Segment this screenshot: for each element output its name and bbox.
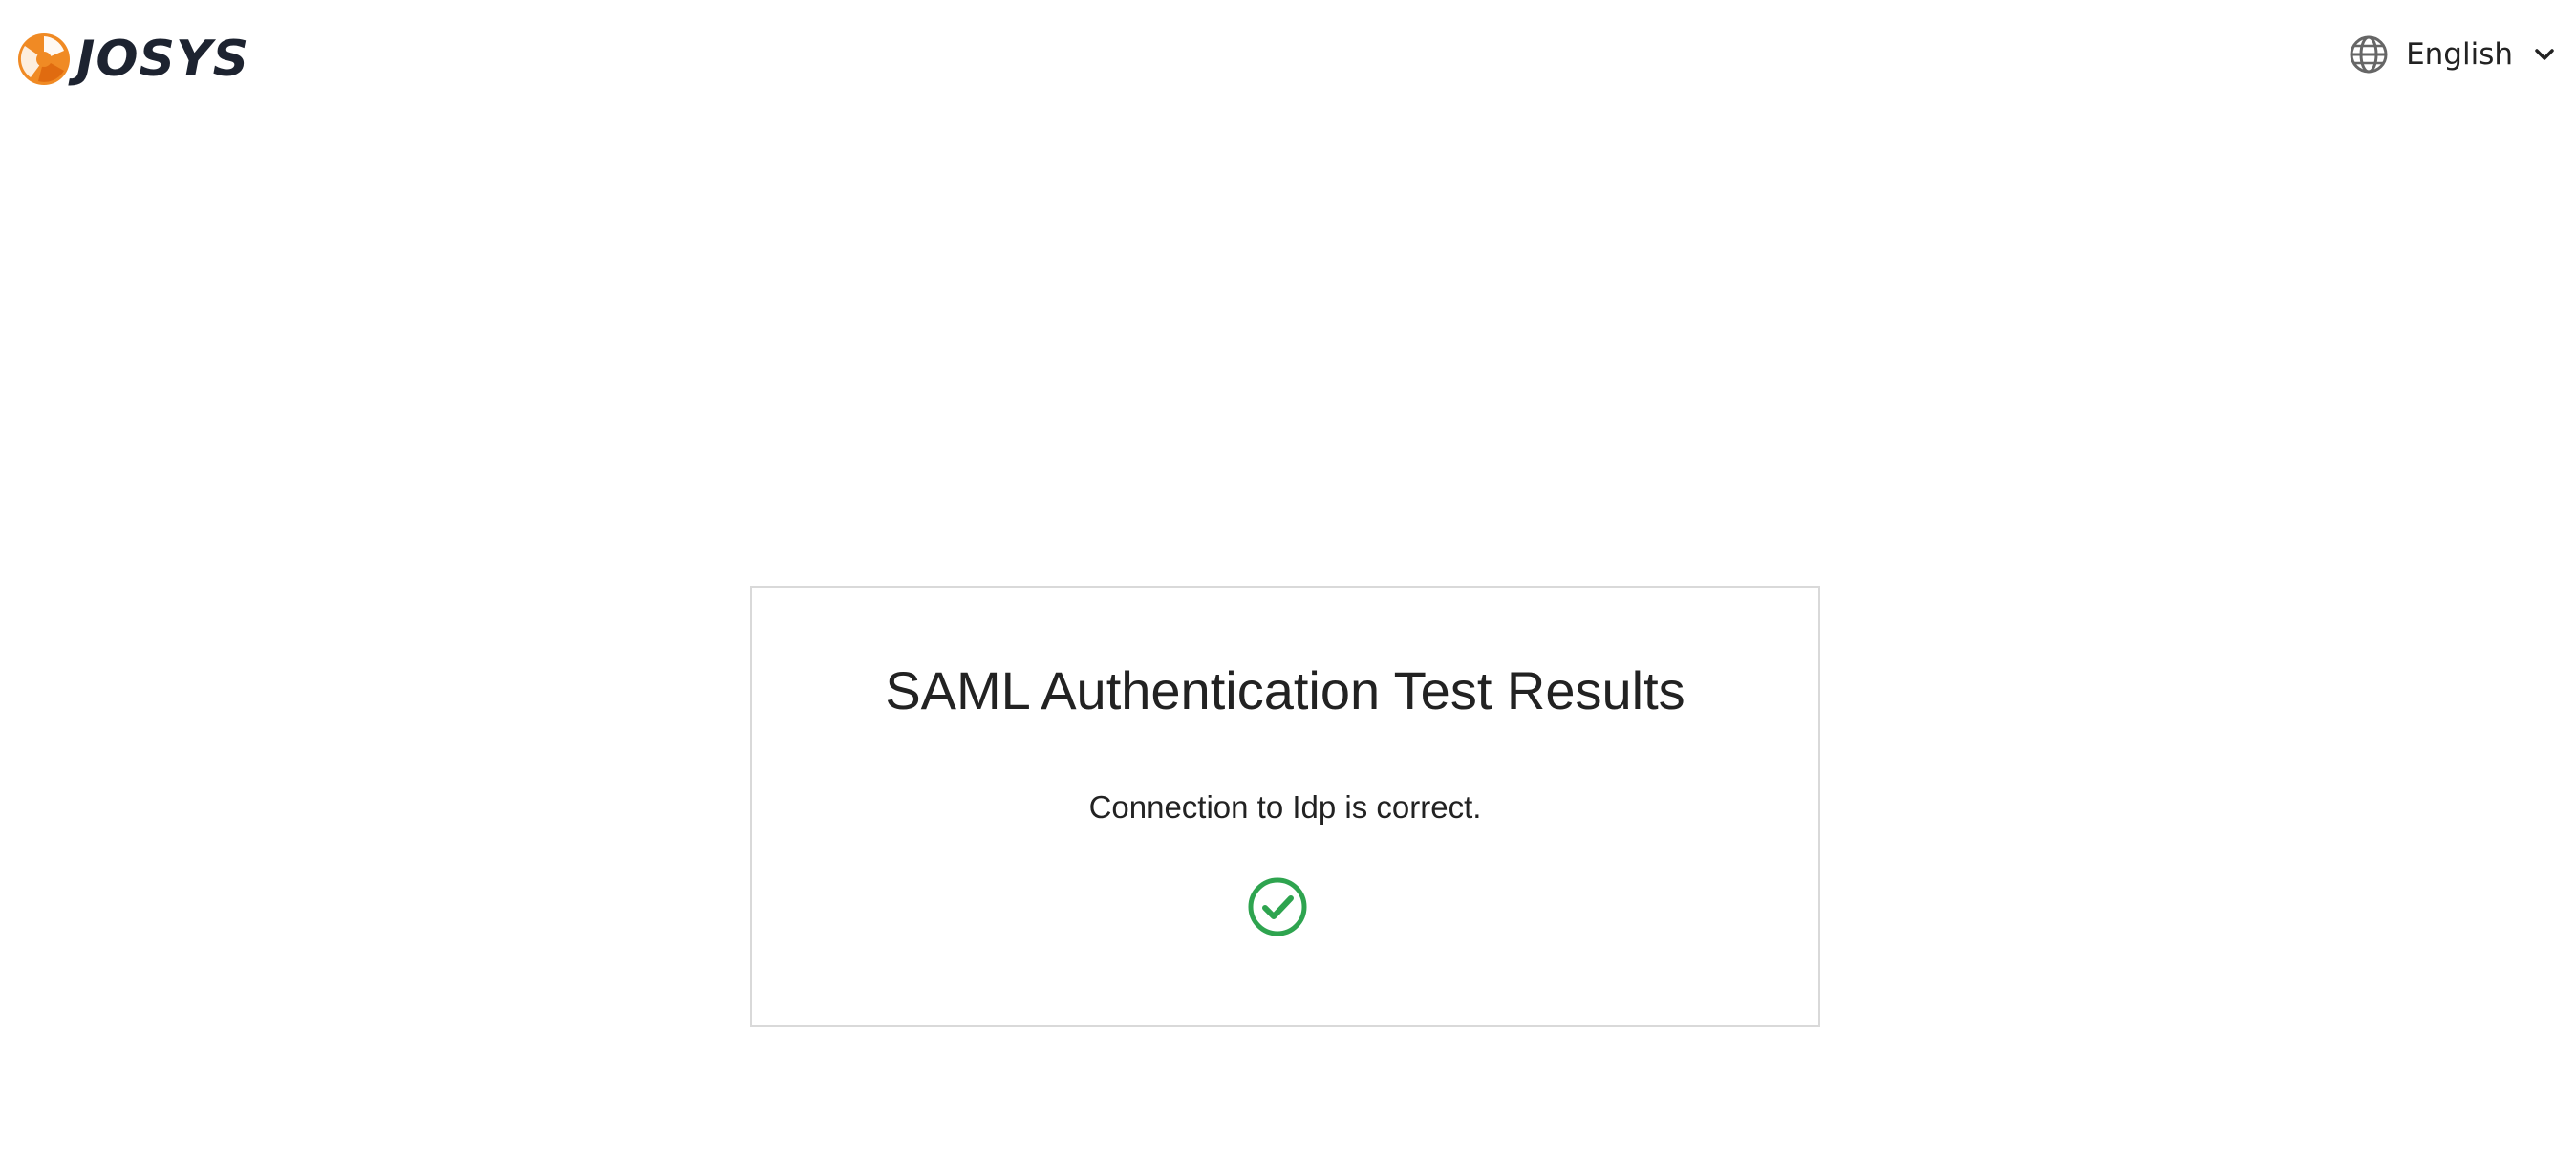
josys-logo-mark-icon [18, 33, 70, 85]
language-selector[interactable]: English [2339, 32, 2565, 76]
chevron-down-icon [2535, 49, 2554, 60]
card-title: SAML Authentication Test Results [885, 660, 1685, 721]
language-label: English [2406, 37, 2513, 72]
check-circle-icon [1248, 877, 1307, 936]
globe-icon [2350, 35, 2388, 74]
page: JOSYS English SAML Authentication Test R… [0, 0, 2576, 1162]
josys-logo[interactable]: JOSYS [17, 31, 249, 88]
saml-test-result-card: SAML Authentication Test Results Connect… [750, 586, 1820, 1027]
header: JOSYS English [0, 0, 2576, 115]
result-message: Connection to Idp is correct. [1088, 789, 1482, 825]
logo-wordmark: JOSYS [76, 31, 250, 88]
